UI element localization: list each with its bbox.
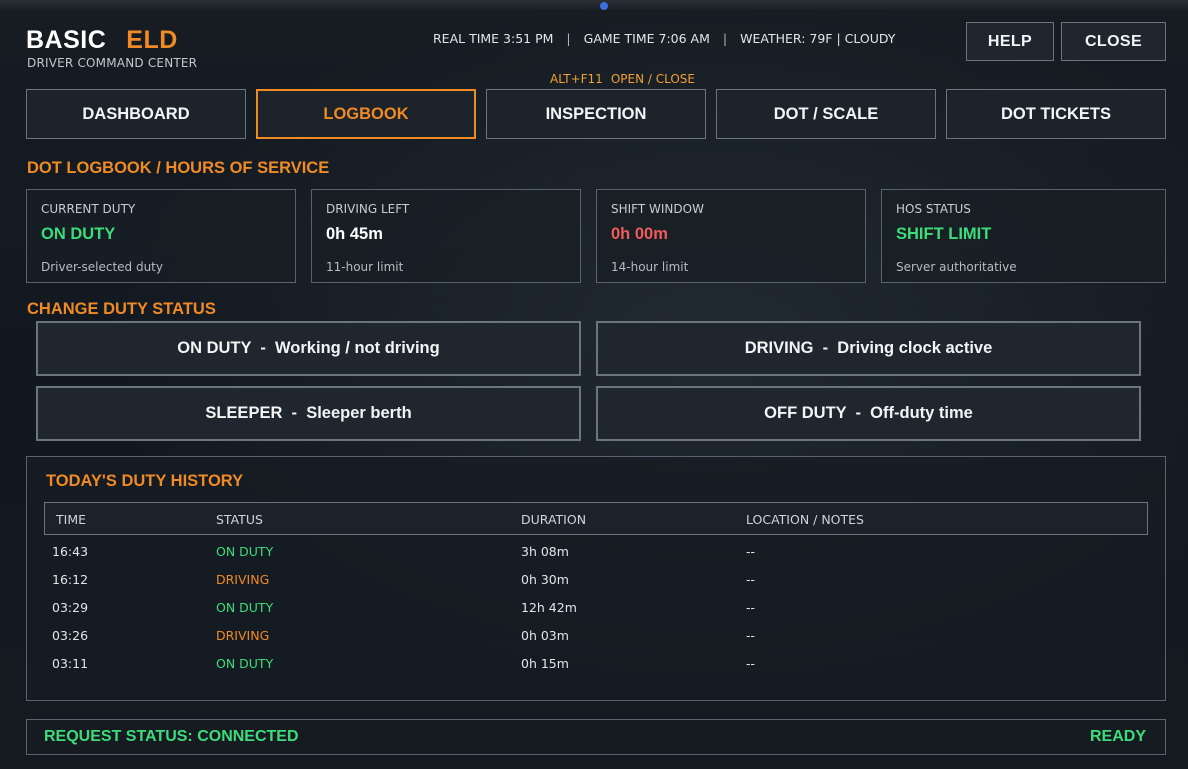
card-value: SHIFT LIMIT xyxy=(896,225,992,243)
cell-duration: 12h 42m xyxy=(521,600,577,615)
cell-status: ON DUTY xyxy=(216,544,274,559)
ready-status: READY xyxy=(1089,728,1146,745)
cell-notes: -- xyxy=(746,600,756,615)
card-label: SHIFT WINDOW xyxy=(611,202,704,216)
indicator-dot-icon xyxy=(600,2,608,10)
card-value: 0h 00m xyxy=(611,225,668,243)
card-label: DRIVING LEFT xyxy=(326,202,410,216)
card-hos-status: HOS STATUS SHIFT LIMIT Server authoritat… xyxy=(881,189,1166,283)
cell-status: DRIVING xyxy=(216,628,270,643)
table-row: 16:12 DRIVING 0h 30m -- xyxy=(44,565,1148,593)
game-time: GAME TIME 7:06 AM xyxy=(583,31,710,46)
duty-off-duty-button[interactable]: OFF DUTY - Off-duty time xyxy=(596,386,1141,441)
card-note: 11-hour limit xyxy=(326,260,404,274)
hotkey-keys: ALT+F11 xyxy=(550,72,603,86)
table-row: 16:43 ON DUTY 3h 08m -- xyxy=(44,537,1148,565)
history-title: TODAY'S DUTY HISTORY xyxy=(46,472,244,490)
duty-on-duty-button[interactable]: ON DUTY - Working / not driving xyxy=(36,321,581,376)
status-bar: REQUEST STATUS: CONNECTED READY xyxy=(26,719,1166,755)
change-duty-title: CHANGE DUTY STATUS xyxy=(27,300,216,318)
app-brand: BASIC ELD xyxy=(26,26,178,55)
card-shift-window: SHIFT WINDOW 0h 00m 14-hour limit xyxy=(596,189,866,283)
cell-duration: 0h 03m xyxy=(521,628,569,643)
request-status: REQUEST STATUS: CONNECTED xyxy=(44,728,299,745)
table-row: 03:11 ON DUTY 0h 15m -- xyxy=(44,649,1148,677)
column-header-time: TIME xyxy=(56,512,87,527)
hotkey-action: OPEN / CLOSE xyxy=(610,72,696,86)
card-note: 14-hour limit xyxy=(611,260,689,274)
cell-notes: -- xyxy=(746,628,756,643)
cell-time: 03:11 xyxy=(52,656,89,671)
tab-dot-tickets[interactable]: DOT TICKETS xyxy=(946,89,1166,139)
cell-time: 03:26 xyxy=(52,628,89,643)
duty-driving-button[interactable]: DRIVING - Driving clock active xyxy=(596,321,1141,376)
card-value: 0h 45m xyxy=(326,225,383,243)
card-driving-left: DRIVING LEFT 0h 45m 11-hour limit xyxy=(311,189,581,283)
info-separator: | xyxy=(722,31,728,46)
hotkey-hint: ALT+F11 OPEN / CLOSE xyxy=(550,72,695,86)
table-row: 03:29 ON DUTY 12h 42m -- xyxy=(44,593,1148,621)
help-button[interactable]: HELP xyxy=(966,22,1054,61)
cell-notes: -- xyxy=(746,572,756,587)
history-table-header: TIME STATUS DURATION LOCATION / NOTES xyxy=(44,502,1148,535)
cell-time: 16:12 xyxy=(52,572,89,587)
cell-duration: 0h 30m xyxy=(521,572,569,587)
column-header-notes: LOCATION / NOTES xyxy=(746,512,864,527)
close-button[interactable]: CLOSE xyxy=(1061,22,1166,61)
brand-primary: BASIC xyxy=(26,26,107,54)
cell-duration: 0h 15m xyxy=(521,656,569,671)
eld-window: BASIC ELD DRIVER COMMAND CENTER REAL TIME… xyxy=(0,0,1188,769)
cell-time: 03:29 xyxy=(52,600,89,615)
tab-logbook[interactable]: LOGBOOK xyxy=(256,89,476,139)
duty-history-panel: TODAY'S DUTY HISTORY TIME STATUS DURATIO… xyxy=(26,456,1166,701)
real-time: REAL TIME 3:51 PM xyxy=(433,31,554,46)
brand-accent: ELD xyxy=(126,26,178,54)
tab-dashboard[interactable]: DASHBOARD xyxy=(26,89,246,139)
duty-sleeper-button[interactable]: SLEEPER - Sleeper berth xyxy=(36,386,581,441)
cell-duration: 3h 08m xyxy=(521,544,569,559)
cell-status: ON DUTY xyxy=(216,600,274,615)
info-separator: | xyxy=(566,31,571,46)
card-label: HOS STATUS xyxy=(896,202,971,216)
card-current-duty: CURRENT DUTY ON DUTY Driver-selected dut… xyxy=(26,189,296,283)
card-label: CURRENT DUTY xyxy=(41,202,136,216)
cell-status: DRIVING xyxy=(216,572,270,587)
logbook-section-title: DOT LOGBOOK / HOURS OF SERVICE xyxy=(27,159,330,177)
card-value: ON DUTY xyxy=(41,225,116,243)
tab-dot-scale[interactable]: DOT / SCALE xyxy=(716,89,936,139)
cell-status: ON DUTY xyxy=(216,656,274,671)
cell-time: 16:43 xyxy=(52,544,89,559)
tab-inspection[interactable]: INSPECTION xyxy=(486,89,706,139)
app-subtitle: DRIVER COMMAND CENTER xyxy=(27,56,198,70)
cell-notes: -- xyxy=(746,656,756,671)
card-note: Driver-selected duty xyxy=(41,260,163,274)
top-strip xyxy=(0,0,1188,10)
column-header-status: STATUS xyxy=(216,512,263,527)
column-header-duration: DURATION xyxy=(521,512,587,527)
weather: WEATHER: 79F | CLOUDY xyxy=(740,31,896,46)
card-note: Server authoritative xyxy=(896,260,1017,274)
cell-notes: -- xyxy=(746,544,756,559)
table-row: 03:26 DRIVING 0h 03m -- xyxy=(44,621,1148,649)
info-bar: REAL TIME 3:51 PM | GAME TIME 7:06 AM | WEAT… xyxy=(433,31,895,46)
